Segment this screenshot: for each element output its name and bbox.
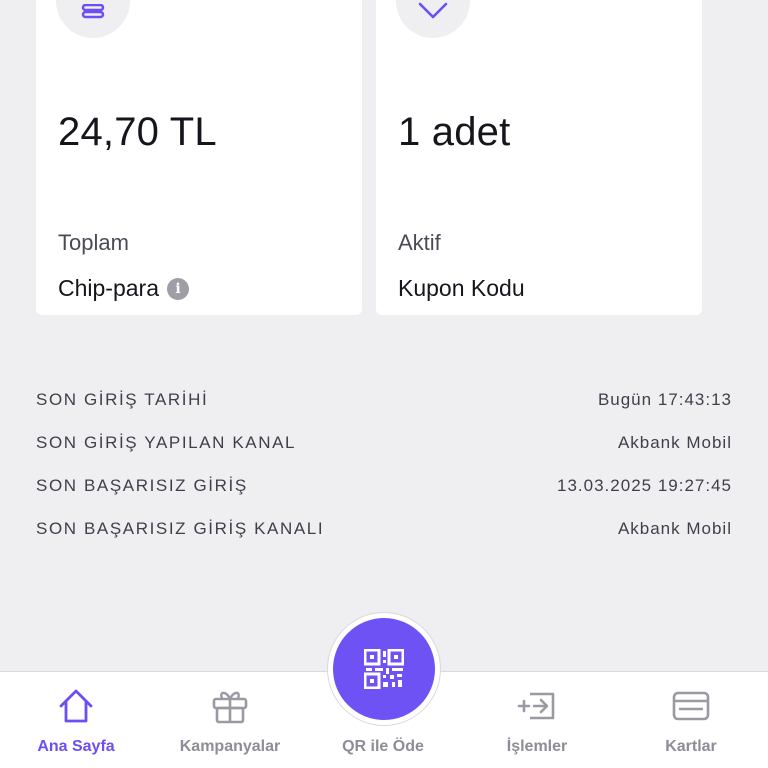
kupon-kodu-label: Kupon Kodu [398,275,525,301]
kupon-kodu-amount: 1 adet [398,110,511,154]
tab-label: QR ile Öde [342,738,424,755]
chip-para-amount: 24,70 TL [58,110,217,154]
chip-para-title: Chip-para i [58,275,189,302]
tab-label: Kampanyalar [179,738,281,755]
kupon-kodu-title: Kupon Kodu [398,275,525,302]
info-row-last-failed-login: SON BAŞARISIZ GİRİŞ 13.03.2025 19:27:45 [36,464,732,507]
home-icon [57,687,95,725]
info-value: Akbank Mobil [617,518,732,538]
info-row-last-login-channel: SON GİRİŞ YAPILAN KANAL Akbank Mobil [36,421,732,464]
tab-label: İşlemler [506,738,568,755]
tab-label: Ana Sayfa [37,738,115,755]
login-info-list: SON GİRİŞ TARİHİ Bugün 17:43:13 SON GİRİ… [36,378,732,550]
transfer-icon [516,687,558,725]
info-value: Bugün 17:43:13 [597,389,732,409]
tab-home[interactable]: Ana Sayfa [1,672,151,768]
tab-cards[interactable]: Kartlar [616,672,766,768]
tab-label: Kartlar [665,738,717,755]
chip-para-sublabel: Toplam [58,230,129,255]
info-row-last-failed-login-channel: SON BAŞARISIZ GİRİŞ KANALI Akbank Mobil [36,507,732,550]
coins-icon [56,0,130,38]
chip-para-card[interactable]: 24,70 TL Toplam Chip-para i [36,0,362,315]
info-value: Akbank Mobil [617,432,732,452]
tab-transactions[interactable]: İşlemler [462,672,612,768]
info-label: SON GİRİŞ YAPILAN KANAL [36,432,297,452]
info-label: SON BAŞARISIZ GİRİŞ [36,475,248,495]
qr-pay-button-inner[interactable] [333,618,435,720]
tab-campaigns[interactable]: Kampanyalar [155,672,305,768]
info-icon[interactable]: i [167,277,189,300]
info-label: SON GİRİŞ TARİHİ [36,389,209,409]
info-label: SON BAŞARISIZ GİRİŞ KANALI [36,518,325,538]
qr-pay-button[interactable] [327,612,441,726]
tag-icon [396,0,470,38]
credit-card-icon [672,687,710,725]
gift-icon [211,687,249,725]
info-row-last-login: SON GİRİŞ TARİHİ Bugün 17:43:13 [36,378,732,421]
kupon-kodu-card[interactable]: 1 adet Aktif Kupon Kodu [376,0,702,315]
info-value: 13.03.2025 19:27:45 [557,475,732,495]
kupon-kodu-sublabel: Aktif [398,230,441,255]
qr-code-icon [364,649,404,689]
chip-para-label: Chip-para [58,275,159,301]
